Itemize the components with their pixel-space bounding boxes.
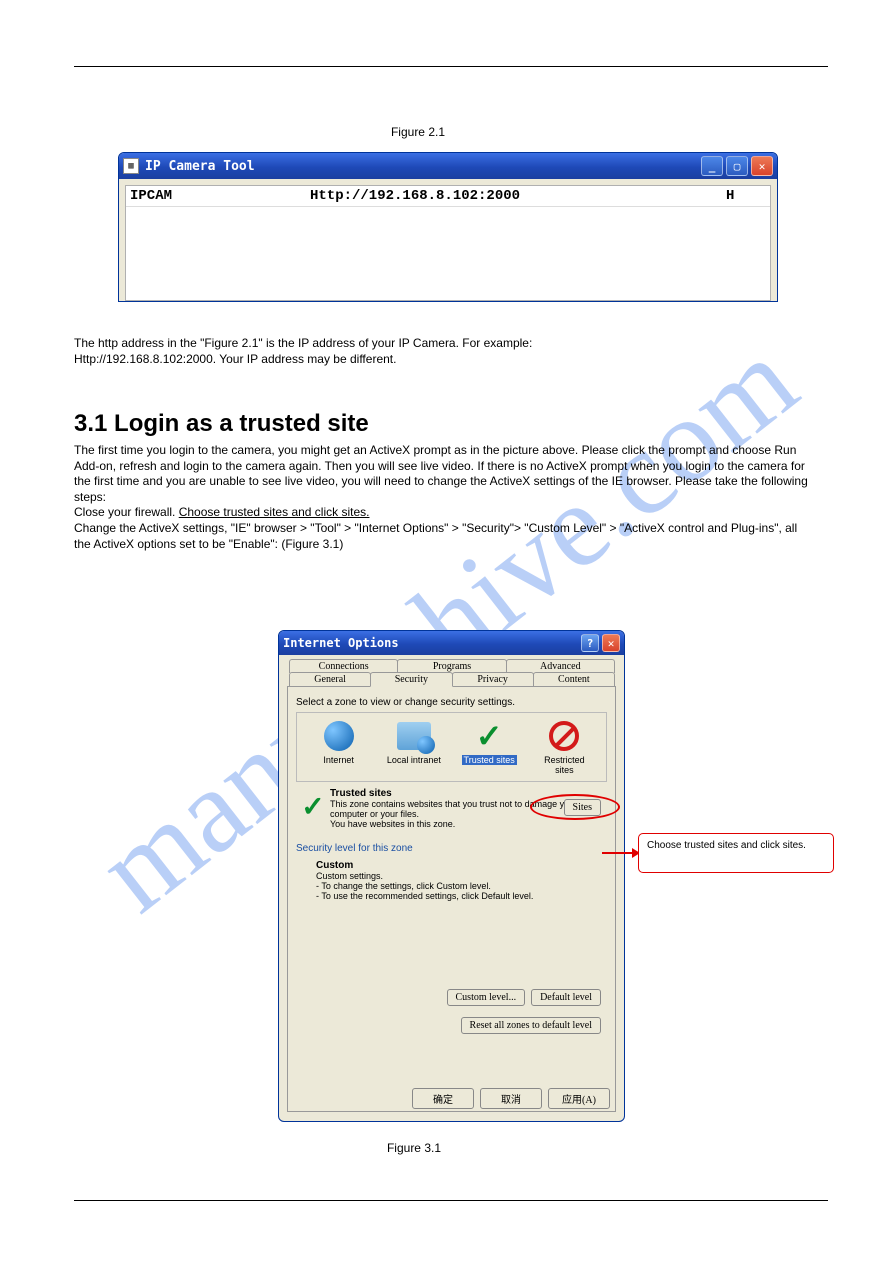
default-level-button[interactable]: Default level bbox=[531, 989, 601, 1006]
globe-icon bbox=[322, 719, 356, 753]
device-name: IPCAM bbox=[130, 188, 310, 204]
close-button[interactable]: ✕ bbox=[751, 156, 773, 176]
underlined-instruction: Choose trusted sites and click sites. bbox=[179, 505, 370, 519]
annotation-callout: Choose trusted sites and click sites. bbox=[638, 833, 834, 873]
device-url: Http://192.168.8.102:2000 bbox=[310, 188, 726, 204]
check-icon: ✓ bbox=[472, 719, 506, 753]
restricted-icon bbox=[547, 719, 581, 753]
app-icon: ▦ bbox=[123, 158, 139, 174]
intranet-icon bbox=[397, 719, 431, 753]
zone-internet[interactable]: Internet bbox=[305, 719, 373, 775]
apply-button[interactable]: 应用(A) bbox=[548, 1088, 610, 1109]
cancel-button[interactable]: 取消 bbox=[480, 1088, 542, 1109]
custom-settings-text: Custom Custom settings. - To change the … bbox=[316, 860, 607, 901]
zone-prompt: Select a zone to view or change security… bbox=[296, 697, 607, 708]
zone-trusted-sites[interactable]: ✓ Trusted sites bbox=[455, 719, 523, 775]
check-icon: ✓ bbox=[301, 790, 324, 823]
window-title: IP Camera Tool bbox=[145, 159, 701, 174]
annotation-arrow bbox=[602, 847, 640, 859]
reset-zones-button[interactable]: Reset all zones to default level bbox=[461, 1017, 601, 1034]
dialog-titlebar[interactable]: Internet Options ? ✕ bbox=[279, 631, 624, 655]
tab-content[interactable]: Content bbox=[533, 672, 615, 686]
tab-general[interactable]: General bbox=[289, 672, 371, 686]
help-button[interactable]: ? bbox=[581, 634, 599, 652]
top-rule bbox=[74, 66, 828, 67]
device-flag: H bbox=[726, 188, 766, 204]
annotation-oval bbox=[530, 794, 620, 820]
bottom-rule bbox=[74, 1200, 828, 1201]
close-button[interactable]: ✕ bbox=[602, 634, 620, 652]
ip-camera-tool-window: ▦ IP Camera Tool _ ▢ ✕ IPCAM Http://192.… bbox=[118, 152, 778, 302]
maximize-button[interactable]: ▢ bbox=[726, 156, 748, 176]
custom-level-button[interactable]: Custom level... bbox=[447, 989, 526, 1006]
ok-button[interactable]: 确定 bbox=[412, 1088, 474, 1109]
body-text-1: The http address in the "Figure 2.1" is … bbox=[74, 336, 814, 367]
zone-local-intranet[interactable]: Local intranet bbox=[380, 719, 448, 775]
tab-programs[interactable]: Programs bbox=[397, 659, 506, 673]
dialog-title: Internet Options bbox=[283, 636, 581, 650]
body-text-2: The first time you login to the camera, … bbox=[74, 443, 814, 552]
tab-connections[interactable]: Connections bbox=[289, 659, 398, 673]
section-heading: 3.1 Login as a trusted site bbox=[74, 410, 369, 438]
device-list[interactable]: IPCAM Http://192.168.8.102:2000 H bbox=[125, 185, 771, 301]
figure-caption-3: Figure 3.1 bbox=[387, 1141, 441, 1155]
window-titlebar[interactable]: ▦ IP Camera Tool _ ▢ ✕ bbox=[119, 153, 777, 179]
internet-options-dialog: Internet Options ? ✕ Connections Program… bbox=[278, 630, 625, 1122]
tab-privacy[interactable]: Privacy bbox=[452, 672, 534, 686]
zone-restricted-sites[interactable]: Restricted sites bbox=[530, 719, 598, 775]
tab-advanced[interactable]: Advanced bbox=[506, 659, 615, 673]
list-item[interactable]: IPCAM Http://192.168.8.102:2000 H bbox=[126, 186, 770, 207]
zone-selector: Internet Local intranet ✓ Trusted sites … bbox=[296, 712, 607, 782]
tab-security[interactable]: Security bbox=[370, 672, 452, 687]
figure-caption-1: Figure 2.1 bbox=[391, 125, 445, 139]
minimize-button[interactable]: _ bbox=[701, 156, 723, 176]
security-tab-panel: Select a zone to view or change security… bbox=[287, 686, 616, 1112]
security-level-label: Security level for this zone bbox=[296, 843, 607, 854]
